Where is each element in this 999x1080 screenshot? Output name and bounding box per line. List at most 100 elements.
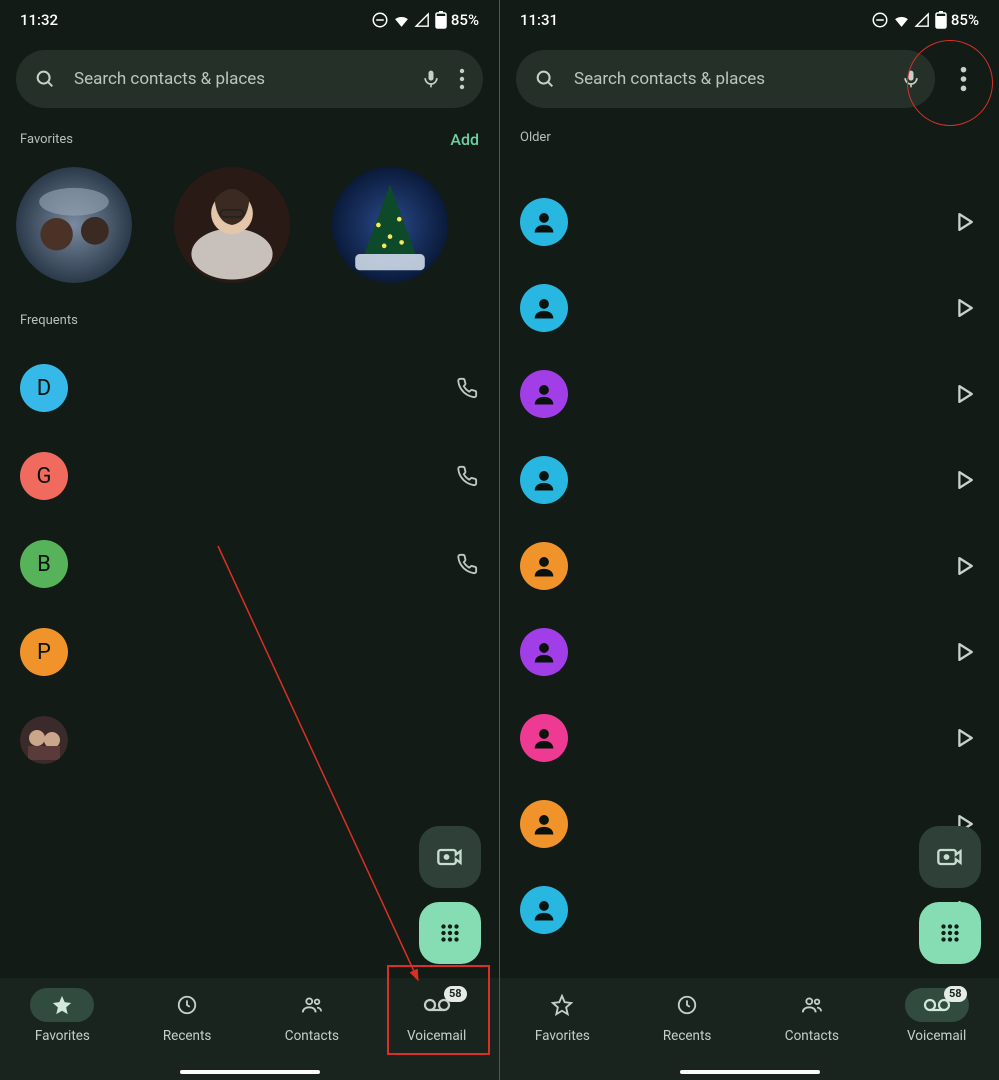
nav-label: Recents [663, 1028, 712, 1044]
voicemail-icon: 58 [405, 988, 469, 1022]
person-avatar [520, 456, 568, 504]
clock-icon [155, 988, 219, 1022]
status-bar: 11:31 85% [500, 0, 999, 40]
add-favorite-button[interactable]: Add [450, 130, 479, 149]
dnd-icon [371, 11, 389, 29]
frequent-item[interactable]: G [20, 432, 487, 520]
dialpad-fab[interactable] [919, 902, 981, 964]
status-time: 11:32 [20, 11, 58, 29]
voicemail-badge: 58 [944, 986, 967, 1002]
voicemail-item[interactable] [520, 351, 983, 437]
voicemail-item[interactable] [520, 437, 983, 523]
voicemail-item[interactable] [520, 523, 983, 609]
dnd-icon [871, 11, 889, 29]
search-placeholder: Search contacts & places [574, 69, 883, 89]
voicemail-item[interactable] [520, 867, 983, 953]
nav-label: Favorites [35, 1028, 90, 1044]
wifi-icon [893, 12, 910, 29]
nav-voicemail[interactable]: 58 Voicemail [374, 988, 499, 1080]
person-avatar [520, 542, 568, 590]
search-icon [534, 68, 556, 90]
wifi-icon [393, 12, 410, 29]
frequent-item[interactable] [20, 696, 487, 784]
frequent-item[interactable]: P [20, 608, 487, 696]
favorite-avatar[interactable] [174, 167, 290, 283]
play-icon[interactable] [947, 471, 983, 489]
nav-recents[interactable]: Recents [125, 988, 250, 1080]
battery-icon [435, 11, 447, 29]
favorite-avatar[interactable] [332, 167, 448, 283]
mic-icon[interactable] [901, 68, 921, 90]
voicemail-item[interactable] [520, 781, 983, 867]
voicemail-badge: 58 [444, 986, 467, 1002]
gesture-bar [680, 1070, 820, 1074]
photo-avatar [20, 716, 68, 764]
nav-contacts[interactable]: Contacts [250, 988, 375, 1080]
play-icon[interactable] [947, 213, 983, 231]
battery-percent: 85% [451, 11, 479, 29]
nav-favorites[interactable]: Favorites [500, 988, 625, 1080]
letter-avatar: D [20, 364, 68, 412]
more-vert-icon[interactable] [943, 66, 983, 92]
search-bar[interactable]: Search contacts & places [516, 50, 935, 108]
status-bar: 11:32 85% [0, 0, 499, 40]
frequent-item[interactable]: D [20, 344, 487, 432]
letter-avatar: B [20, 540, 68, 588]
people-icon [780, 988, 844, 1022]
voicemail-item[interactable] [520, 265, 983, 351]
person-avatar [520, 886, 568, 934]
video-call-fab[interactable] [919, 826, 981, 888]
mic-icon[interactable] [421, 68, 441, 90]
people-icon [280, 988, 344, 1022]
play-icon[interactable] [947, 729, 983, 747]
battery-icon [935, 11, 947, 29]
person-avatar [520, 800, 568, 848]
favorites-row [0, 159, 499, 291]
screen-favorites: 11:32 85% Search contacts & places [0, 0, 499, 1080]
phone-icon[interactable] [447, 465, 487, 487]
video-call-fab[interactable] [419, 826, 481, 888]
dialpad-fab[interactable] [419, 902, 481, 964]
battery-percent: 85% [951, 11, 979, 29]
nav-favorites[interactable]: Favorites [0, 988, 125, 1080]
play-icon[interactable] [947, 557, 983, 575]
letter-avatar: P [20, 628, 68, 676]
phone-icon[interactable] [447, 377, 487, 399]
voicemail-item[interactable] [520, 609, 983, 695]
status-time: 11:31 [520, 11, 558, 29]
nav-voicemail[interactable]: 58 Voicemail [874, 988, 999, 1080]
letter-avatar: G [20, 452, 68, 500]
nav-contacts[interactable]: Contacts [750, 988, 875, 1080]
voicemail-icon: 58 [905, 988, 969, 1022]
nav-label: Contacts [285, 1028, 339, 1044]
screen-voicemail: 11:31 85% Search contacts & places [500, 0, 999, 1080]
older-label: Older [500, 108, 999, 155]
bottom-nav: Favorites Recents Contacts 58 Voicemail [0, 978, 499, 1080]
clock-icon [655, 988, 719, 1022]
play-icon[interactable] [947, 643, 983, 661]
gesture-bar [180, 1070, 320, 1074]
play-icon[interactable] [947, 385, 983, 403]
frequent-item[interactable]: B [20, 520, 487, 608]
signal-icon [914, 12, 931, 29]
nav-label: Voicemail [907, 1028, 966, 1044]
search-bar[interactable]: Search contacts & places [16, 50, 483, 108]
frequents-list: D G B P [0, 338, 499, 784]
nav-label: Recents [163, 1028, 212, 1044]
person-avatar [520, 370, 568, 418]
frequents-label: Frequents [0, 291, 499, 338]
search-icon [34, 68, 56, 90]
nav-label: Favorites [535, 1028, 590, 1044]
more-vert-icon[interactable] [459, 68, 465, 90]
star-icon [30, 988, 94, 1022]
nav-recents[interactable]: Recents [625, 988, 750, 1080]
voicemail-item[interactable] [520, 179, 983, 265]
play-icon[interactable] [947, 299, 983, 317]
nav-label: Contacts [785, 1028, 839, 1044]
person-avatar [520, 714, 568, 762]
person-avatar [520, 284, 568, 332]
favorite-avatar[interactable] [16, 167, 132, 283]
star-icon [530, 988, 594, 1022]
voicemail-item[interactable] [520, 695, 983, 781]
phone-icon[interactable] [447, 553, 487, 575]
